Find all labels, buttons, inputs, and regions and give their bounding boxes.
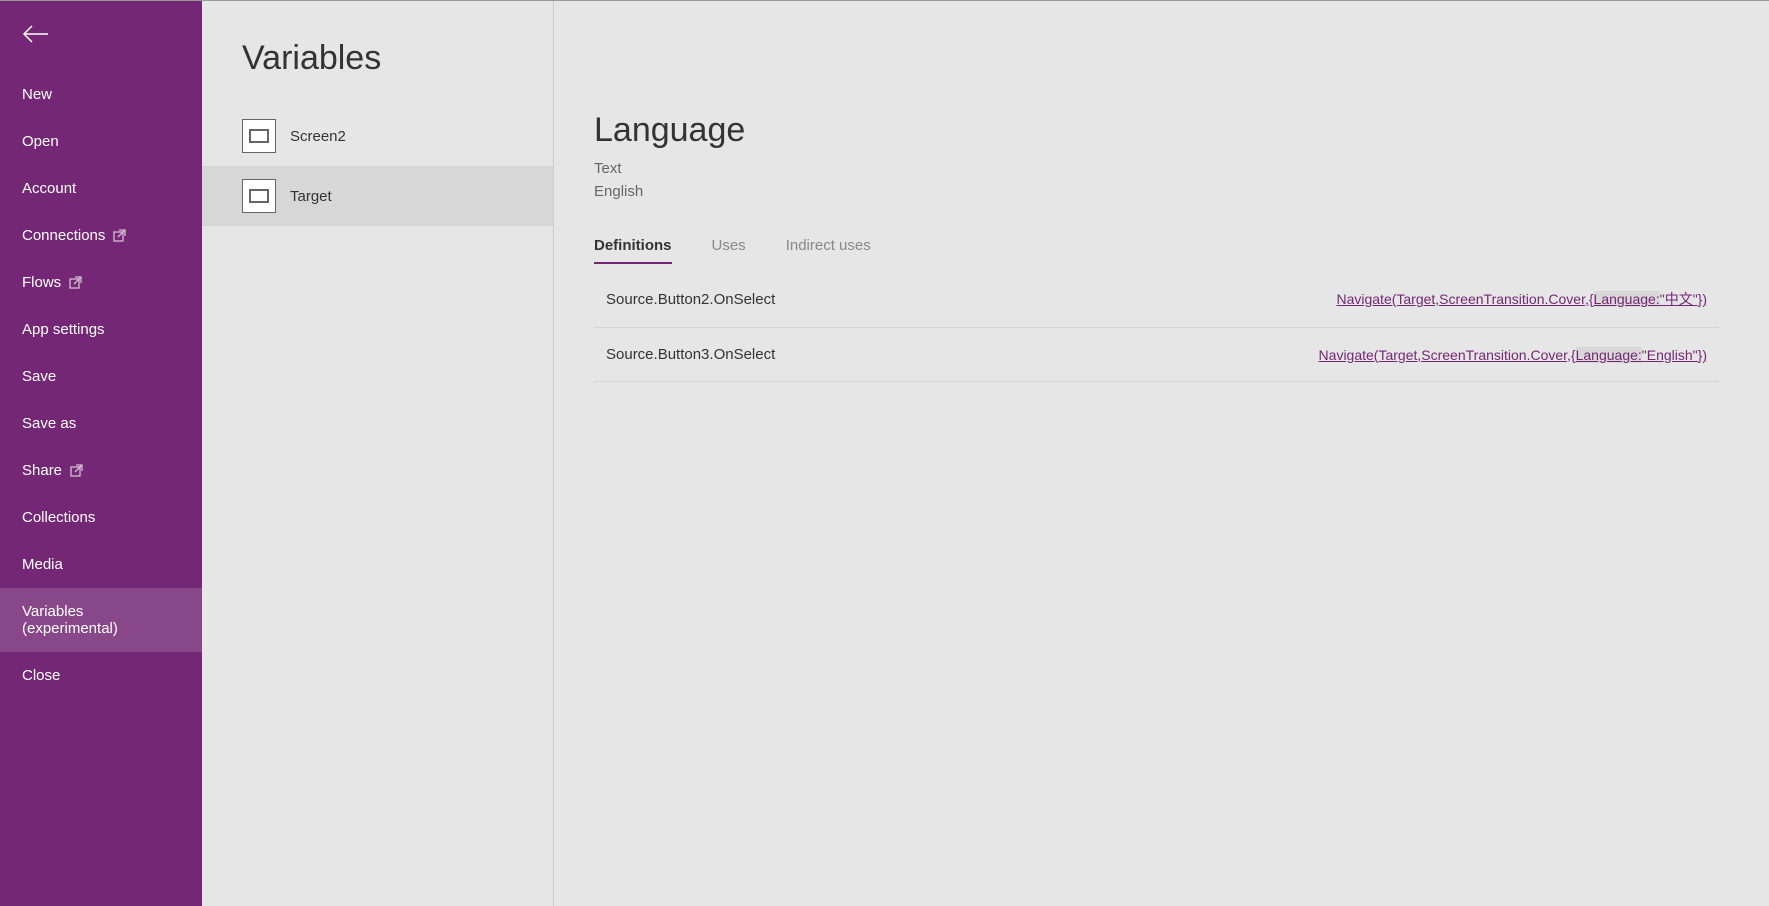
formula-suffix: "English"}) [1642,347,1707,363]
app-root: New Open Account Connections Flows App settin… [0,0,1769,906]
external-link-icon [113,229,126,242]
sidebar-item-label: Save as [22,415,76,432]
sidebar-item-media[interactable]: Media [0,541,202,588]
sidebar: New Open Account Connections Flows App settin… [0,1,202,906]
list-panel: Variables Screen2 Target [202,1,554,906]
sidebar-item-connections[interactable]: Connections [0,212,202,259]
definition-row: Source.Button3.OnSelect Navigate(Target,S… [594,328,1719,382]
sidebar-item-label: Share [22,462,62,479]
sidebar-item-label: Connections [22,227,105,244]
external-link-icon [69,276,82,289]
list-item-label: Target [290,188,332,205]
sidebar-item-variables-experimental-[interactable]: Variables (experimental) [0,588,202,652]
formula-highlight: Language: [1576,347,1642,363]
definition-source: Source.Button3.OnSelect [606,346,775,363]
list-item-target[interactable]: Target [202,166,553,226]
formula-prefix: Navigate(Target,ScreenTransition.Cover,{ [1336,291,1593,307]
sidebar-item-label: Variables (experimental) [22,603,180,637]
sidebar-item-label: Close [22,667,60,684]
external-link-icon [70,464,83,477]
definition-source: Source.Button2.OnSelect [606,291,775,308]
formula-suffix: "中文"}) [1660,291,1707,307]
list-item-label: Screen2 [290,128,346,145]
sidebar-item-label: Open [22,133,59,150]
detail-value: English [594,181,1719,204]
tab-indirect-uses[interactable]: Indirect uses [786,237,871,264]
sidebar-item-collections[interactable]: Collections [0,494,202,541]
list-panel-title: Variables [202,1,553,106]
sidebar-item-account[interactable]: Account [0,165,202,212]
definition-formula-link[interactable]: Navigate(Target,ScreenTransition.Cover,{… [1336,289,1707,309]
detail-panel: Language Text English Definitions Uses Ind… [554,1,1769,906]
detail-title: Language [594,111,1719,150]
sidebar-item-label: Save [22,368,56,385]
definition-row: Source.Button2.OnSelect Navigate(Target,S… [594,271,1719,328]
sidebar-item-open[interactable]: Open [0,118,202,165]
sidebar-item-label: Media [22,556,63,573]
sidebar-item-save[interactable]: Save [0,353,202,400]
sidebar-item-share[interactable]: Share [0,447,202,494]
sidebar-item-label: App settings [22,321,105,338]
definitions-list: Source.Button2.OnSelect Navigate(Target,S… [594,271,1719,382]
formula-prefix: Navigate(Target,ScreenTransition.Cover,{ [1319,347,1576,363]
sidebar-item-label: Collections [22,509,95,526]
sidebar-item-label: New [22,86,52,103]
back-arrow-icon [22,24,50,49]
back-button[interactable] [0,1,202,71]
sidebar-item-new[interactable]: New [0,71,202,118]
screen-icon [242,119,276,153]
sidebar-item-save-as[interactable]: Save as [0,400,202,447]
tab-definitions[interactable]: Definitions [594,237,672,264]
definition-formula-link[interactable]: Navigate(Target,ScreenTransition.Cover,{… [1319,347,1707,363]
list-item-screen2[interactable]: Screen2 [202,106,553,166]
sidebar-item-label: Flows [22,274,61,291]
sidebar-item-flows[interactable]: Flows [0,259,202,306]
sidebar-item-label: Account [22,180,76,197]
formula-highlight: Language: [1594,291,1660,307]
detail-type: Text [594,158,1719,181]
sidebar-item-close[interactable]: Close [0,652,202,699]
detail-tabs: Definitions Uses Indirect uses [594,237,1719,265]
screen-icon [242,179,276,213]
sidebar-item-app-settings[interactable]: App settings [0,306,202,353]
tab-uses[interactable]: Uses [712,237,746,264]
